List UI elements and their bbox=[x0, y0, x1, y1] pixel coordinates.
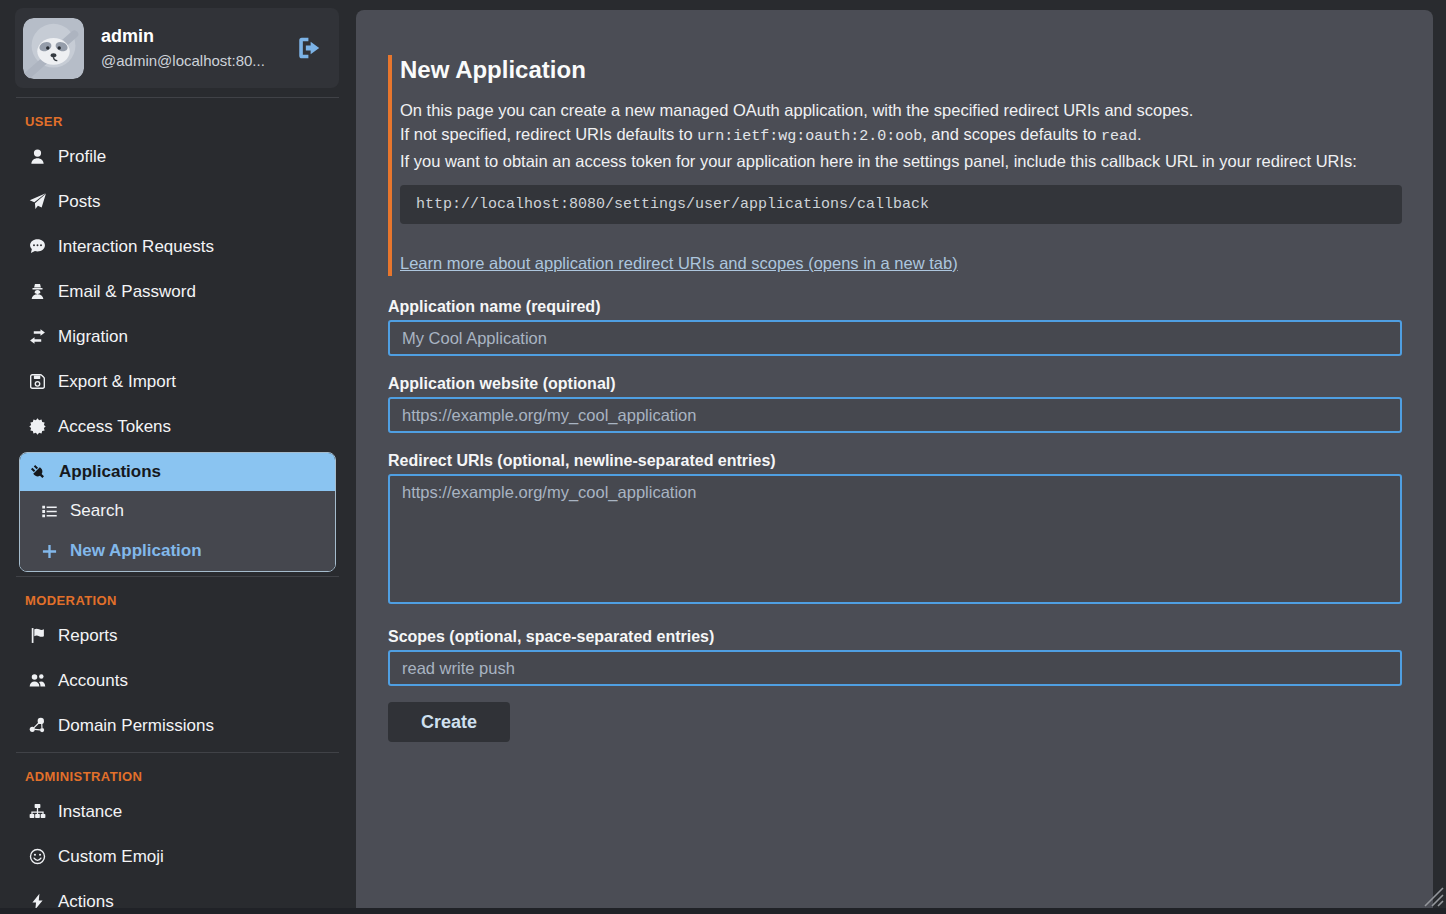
sidebar-item-instance[interactable]: Instance bbox=[0, 789, 355, 834]
field-application-website: Application website (optional) bbox=[388, 375, 1402, 433]
scopes-input[interactable] bbox=[388, 650, 1402, 686]
intro-text: On this page you can create a new manage… bbox=[400, 98, 1402, 173]
inline-code-read: read bbox=[1101, 128, 1137, 145]
learn-more-link[interactable]: Learn more about application redirect UR… bbox=[400, 254, 958, 273]
flag-icon bbox=[29, 627, 46, 644]
applications-block: Applications Search New Application bbox=[19, 452, 336, 572]
main-panel: New Application On this page you can cre… bbox=[356, 10, 1433, 908]
intro-line-1: On this page you can create a new manage… bbox=[400, 98, 1402, 122]
resize-grip[interactable] bbox=[1422, 885, 1444, 907]
intro-line-3: If you want to obtain an access token fo… bbox=[400, 149, 1402, 173]
paper-plane-icon bbox=[29, 193, 46, 210]
sidebar-item-profile[interactable]: Profile bbox=[0, 134, 355, 179]
application-website-input[interactable] bbox=[388, 397, 1402, 433]
plug-icon bbox=[30, 464, 47, 481]
floppy-disk-icon bbox=[29, 373, 46, 390]
applications-submenu: Search New Application bbox=[20, 491, 335, 571]
field-scopes: Scopes (optional, space-separated entrie… bbox=[388, 628, 1402, 686]
sidebar-item-access-tokens[interactable]: Access Tokens bbox=[0, 404, 355, 449]
window-bottom-edge bbox=[0, 908, 1446, 914]
sidebar-item-posts[interactable]: Posts bbox=[0, 179, 355, 224]
field-application-name: Application name (required) bbox=[388, 298, 1402, 356]
redirect-uris-label: Redirect URIs (optional, newline-separat… bbox=[388, 452, 1402, 470]
new-application-form: Application name (required) Application … bbox=[388, 298, 1402, 742]
sidebar-item-reports[interactable]: Reports bbox=[0, 613, 355, 658]
sidebar-item-search[interactable]: Search bbox=[20, 491, 335, 531]
divider bbox=[16, 752, 339, 753]
avatar bbox=[23, 18, 84, 79]
intro-block: New Application On this page you can cre… bbox=[388, 55, 1402, 276]
page-title: New Application bbox=[400, 55, 1402, 84]
create-button[interactable]: Create bbox=[388, 702, 510, 742]
right-left-icon bbox=[29, 328, 46, 345]
user-handle: @admin@localhost:80... bbox=[101, 51, 297, 71]
section-header-user: USER bbox=[25, 114, 355, 129]
circle-nodes-icon bbox=[29, 717, 46, 734]
sidebar-item-domain-permissions[interactable]: Domain Permissions bbox=[0, 703, 355, 748]
comment-dots-icon bbox=[29, 238, 46, 255]
sign-out-icon[interactable] bbox=[297, 36, 321, 60]
field-redirect-uris: Redirect URIs (optional, newline-separat… bbox=[388, 452, 1402, 604]
application-name-label: Application name (required) bbox=[388, 298, 1402, 316]
application-name-input[interactable] bbox=[388, 320, 1402, 356]
section-header-moderation: MODERATION bbox=[25, 593, 355, 608]
sidebar-item-new-application[interactable]: New Application bbox=[20, 531, 335, 571]
sidebar-item-interaction-requests[interactable]: Interaction Requests bbox=[0, 224, 355, 269]
inline-code-oob: urn:ietf:wg:oauth:2.0:oob bbox=[697, 128, 922, 145]
sidebar-item-applications[interactable]: Applications bbox=[20, 453, 335, 491]
certificate-icon bbox=[29, 418, 46, 435]
application-website-label: Application website (optional) bbox=[388, 375, 1402, 393]
sidebar-item-accounts[interactable]: Accounts bbox=[0, 658, 355, 703]
sidebar: admin @admin@localhost:80... USER Profil… bbox=[0, 0, 355, 908]
section-header-administration: ADMINISTRATION bbox=[25, 769, 355, 784]
divider bbox=[16, 576, 339, 577]
list-icon bbox=[41, 503, 58, 520]
users-icon bbox=[29, 672, 46, 689]
face-smile-icon bbox=[29, 848, 46, 865]
sidebar-nav: USER Profile Posts Interaction Requests … bbox=[0, 88, 355, 914]
sidebar-item-email-password[interactable]: Email & Password bbox=[0, 269, 355, 314]
user-name: admin bbox=[101, 25, 297, 47]
user-card[interactable]: admin @admin@localhost:80... bbox=[15, 8, 339, 88]
sitemap-icon bbox=[29, 803, 46, 820]
redirect-uris-textarea[interactable] bbox=[388, 474, 1402, 604]
intro-line-2: If not specified, redirect URIs defaults… bbox=[400, 122, 1402, 149]
callback-url-code: http://localhost:8080/settings/user/appl… bbox=[400, 185, 1402, 224]
sidebar-item-export-import[interactable]: Export & Import bbox=[0, 359, 355, 404]
divider bbox=[16, 97, 339, 98]
user-icon bbox=[29, 148, 46, 165]
sidebar-item-custom-emoji[interactable]: Custom Emoji bbox=[0, 834, 355, 879]
sidebar-item-migration[interactable]: Migration bbox=[0, 314, 355, 359]
user-secret-icon bbox=[29, 283, 46, 300]
plus-icon bbox=[41, 543, 58, 560]
scopes-label: Scopes (optional, space-separated entrie… bbox=[388, 628, 1402, 646]
